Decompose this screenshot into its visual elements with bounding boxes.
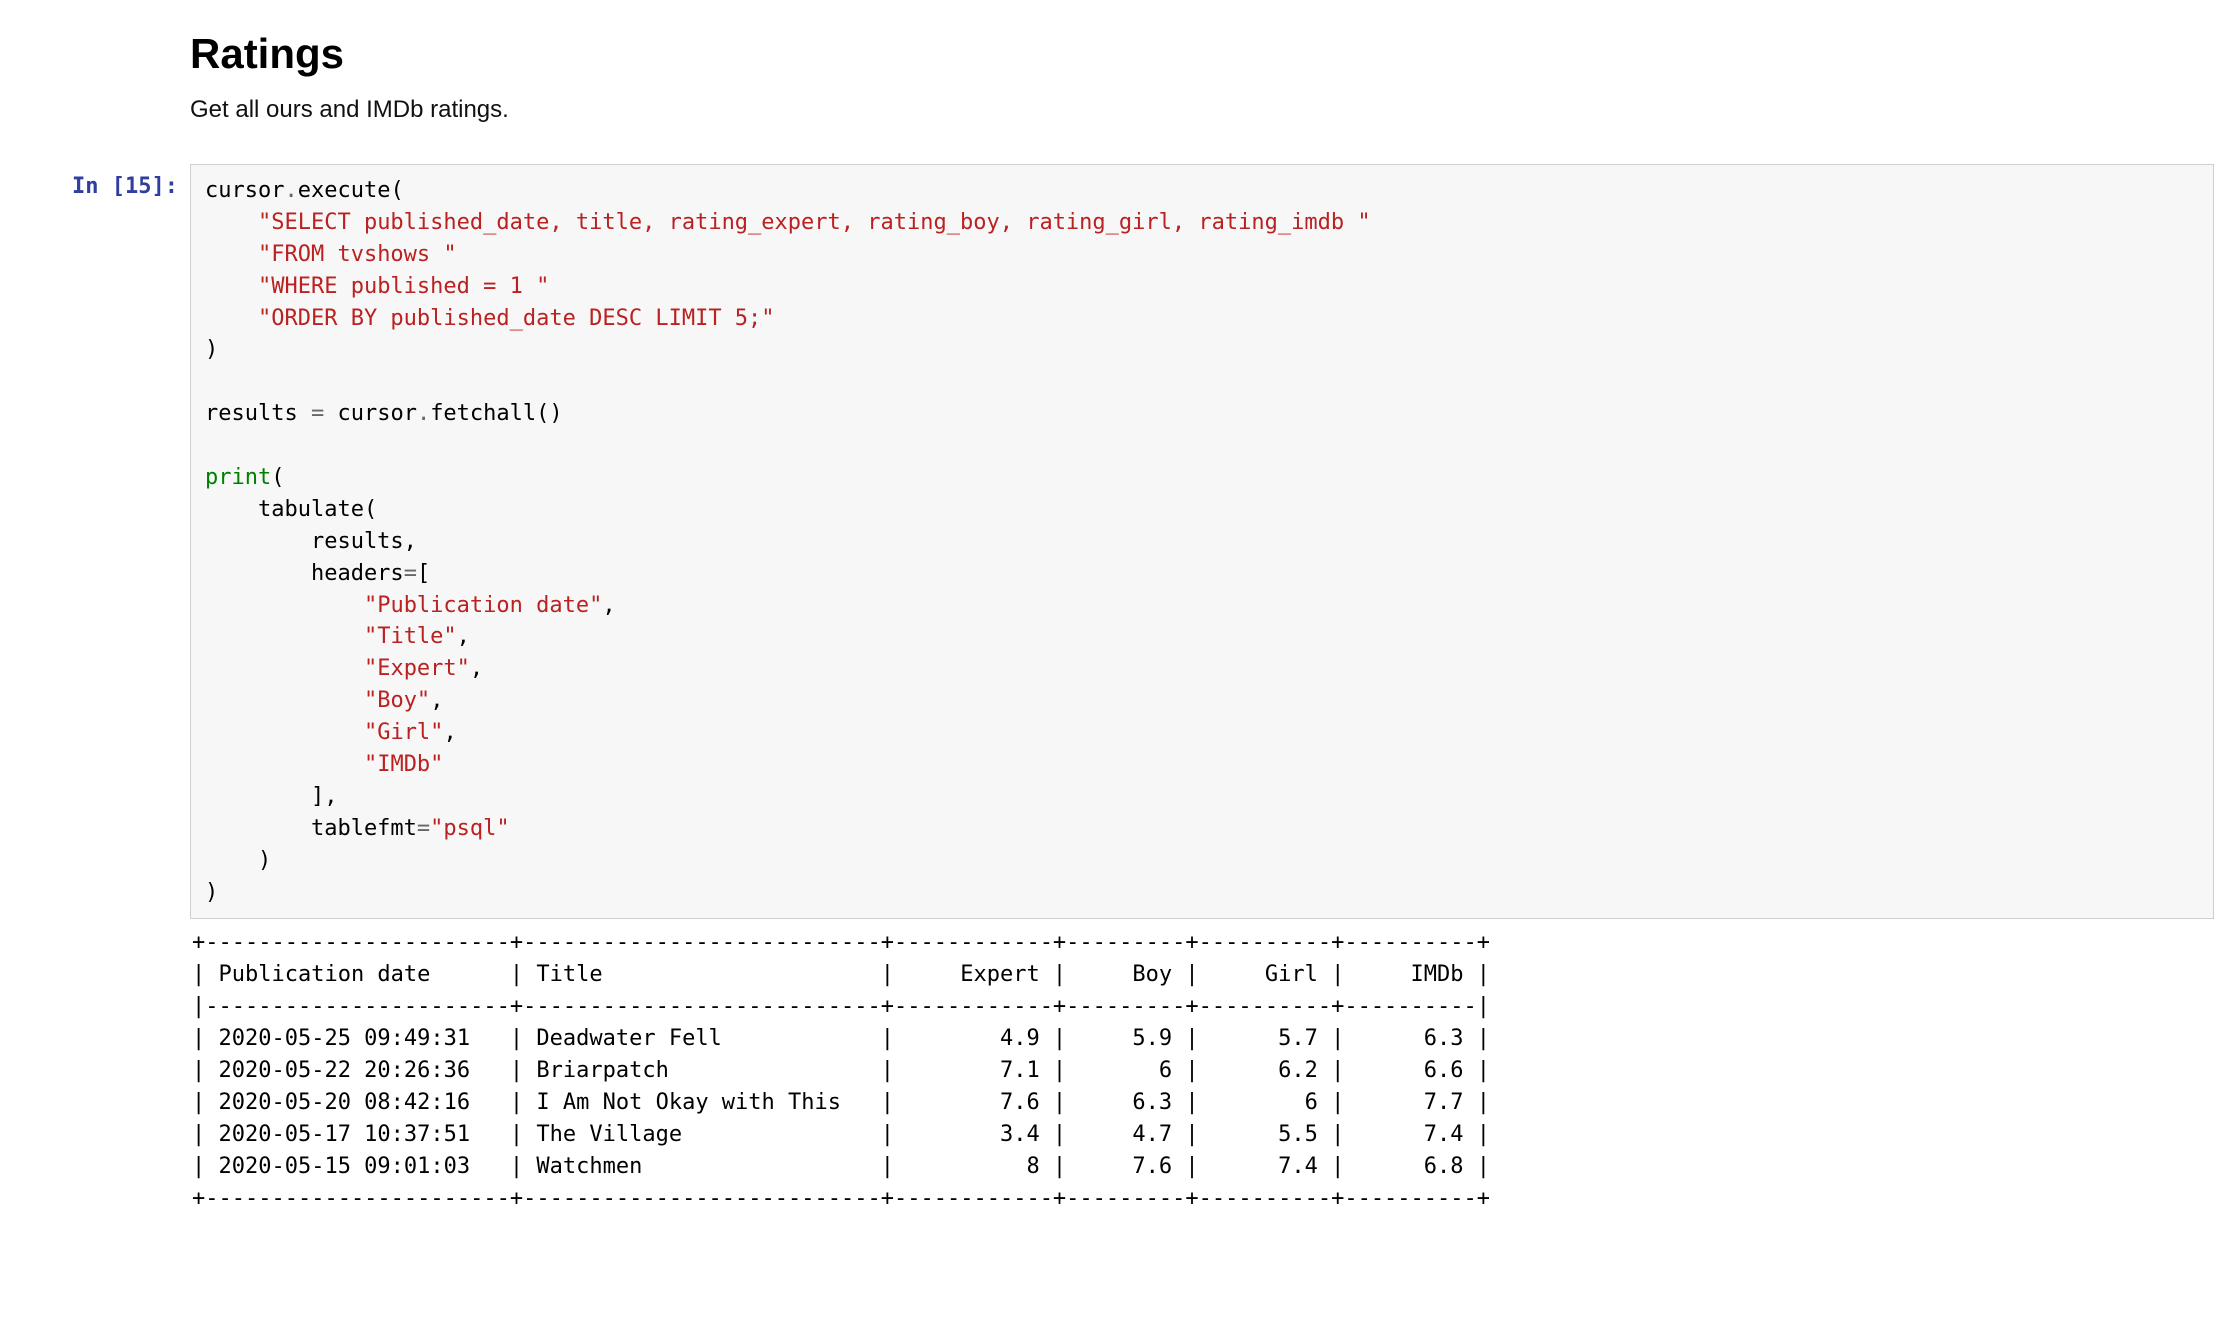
code-editor[interactable]: cursor.execute( "SELECT published_date, … — [190, 164, 2214, 919]
output-cell: +-----------------------+---------------… — [0, 919, 2214, 1214]
notebook-page: Ratings Get all ours and IMDb ratings. I… — [0, 0, 2214, 1255]
input-cell: In [15]: cursor.execute( "SELECT publish… — [0, 164, 2214, 919]
section-title: Ratings — [190, 30, 2114, 78]
output-text: +-----------------------+---------------… — [190, 919, 2214, 1214]
code-content: cursor.execute( "SELECT published_date, … — [205, 175, 2199, 908]
output-prompt — [0, 919, 190, 929]
cell-prompt: In [15]: — [0, 164, 190, 199]
section-description: Get all ours and IMDb ratings. — [190, 96, 2114, 124]
